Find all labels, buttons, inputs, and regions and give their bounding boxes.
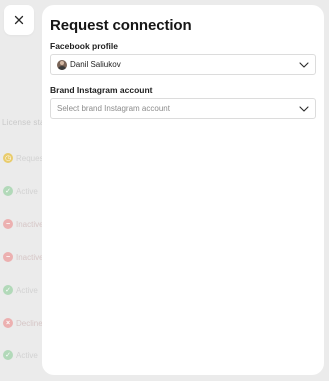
minus-icon: − [3, 252, 13, 262]
check-icon: ✓ [3, 285, 13, 295]
x-icon: × [3, 318, 13, 328]
facebook-profile-value: Danil Saliukov [70, 60, 121, 69]
close-icon [14, 15, 24, 25]
license-status-column-header: License stat [2, 118, 48, 127]
license-status-row: ✓ Active [3, 185, 38, 197]
request-connection-modal: Request connection Facebook profile Dani… [42, 5, 324, 375]
modal-title: Request connection [50, 17, 192, 34]
license-status-row: ✓ Active [3, 284, 38, 296]
facebook-profile-label: Facebook profile [50, 41, 119, 51]
instagram-account-placeholder: Select brand Instagram account [57, 104, 170, 113]
status-label: Inactive [16, 219, 44, 229]
clock-icon: ◷ [3, 153, 13, 163]
chevron-down-icon [299, 105, 309, 112]
status-label: Active [16, 350, 38, 360]
check-icon: ✓ [3, 186, 13, 196]
user-avatar [57, 59, 67, 70]
license-status-row: − Inactive [3, 251, 44, 263]
license-status-row: × Declined [3, 317, 47, 329]
license-status-row: ✓ Active [3, 349, 38, 361]
close-button[interactable] [4, 5, 34, 35]
instagram-account-select[interactable]: Select brand Instagram account [50, 98, 316, 119]
status-label: Inactive [16, 252, 44, 262]
check-icon: ✓ [3, 350, 13, 360]
chevron-down-icon [299, 61, 309, 68]
status-label: Active [16, 186, 38, 196]
facebook-profile-select[interactable]: Danil Saliukov [50, 54, 316, 75]
minus-icon: − [3, 219, 13, 229]
license-status-row: ◷ Request [3, 152, 46, 164]
license-status-row: − Inactive [3, 218, 44, 230]
status-label: Active [16, 285, 38, 295]
instagram-account-label: Brand Instagram account [50, 85, 153, 95]
